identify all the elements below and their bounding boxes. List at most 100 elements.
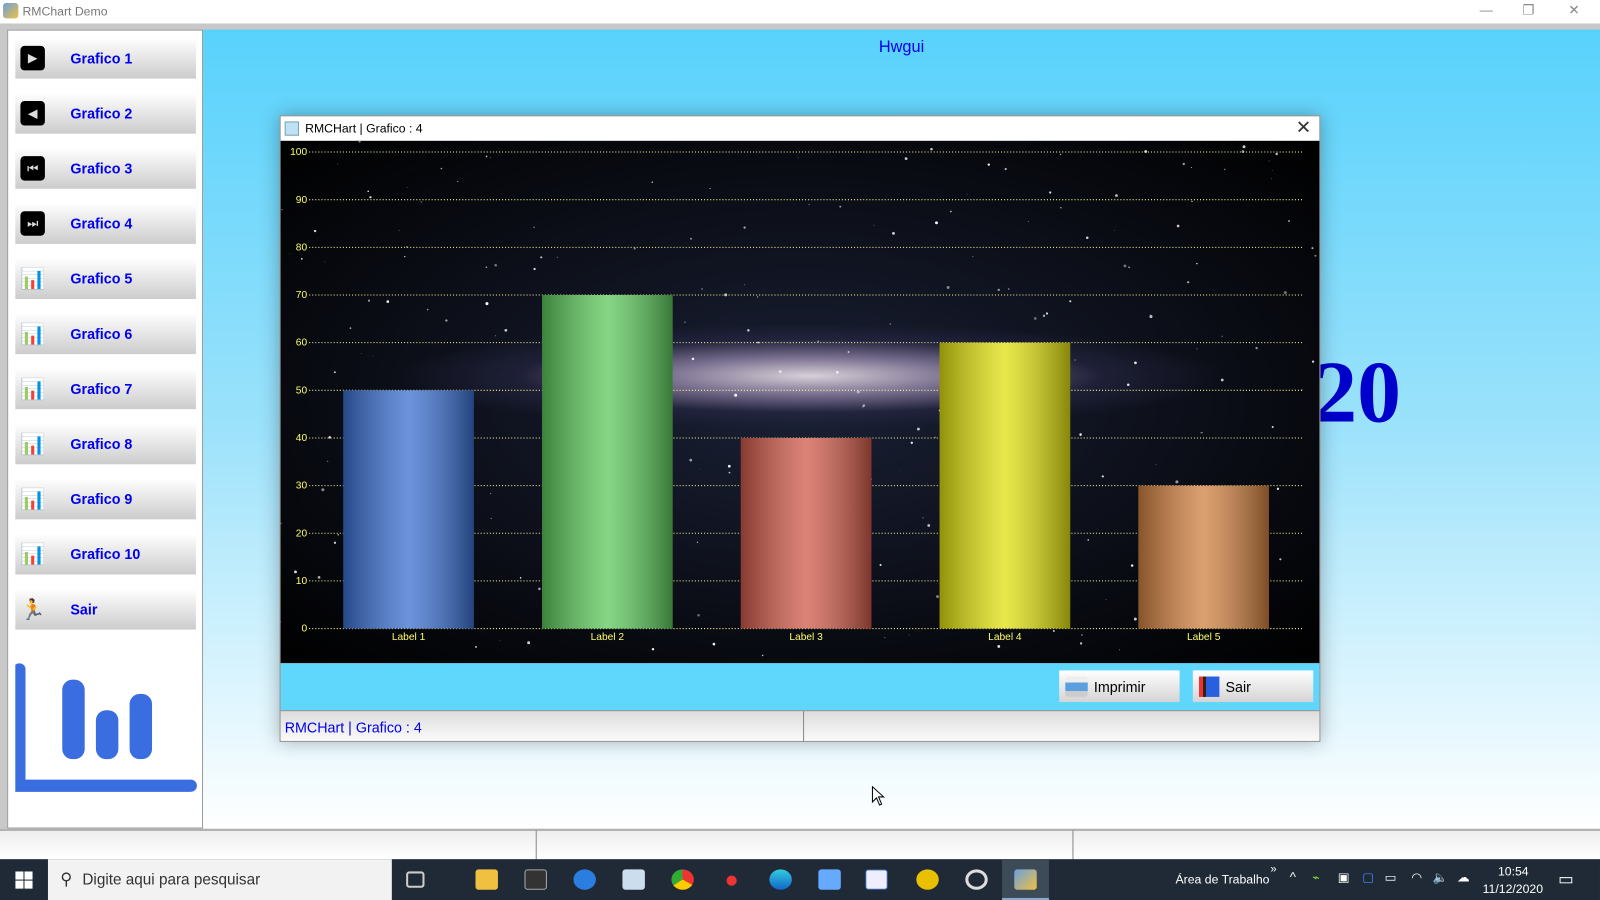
mail-icon[interactable] [573, 869, 596, 890]
star [1182, 162, 1186, 166]
star [904, 157, 908, 161]
star [1255, 346, 1258, 350]
star [1271, 426, 1274, 429]
sidebar-item-label: Grafico 5 [70, 270, 133, 287]
star [349, 327, 352, 329]
star [289, 253, 291, 254]
star [690, 237, 692, 240]
star [743, 226, 746, 229]
app-icon[interactable] [622, 869, 645, 890]
print-button[interactable]: Imprimir [1059, 670, 1180, 703]
app-icon[interactable] [916, 869, 939, 890]
show-hidden-icons-icon[interactable]: ^ [1290, 869, 1296, 884]
exit-button[interactable]: Sair [1192, 670, 1314, 703]
star [1314, 254, 1317, 257]
recorder-icon[interactable] [726, 875, 737, 886]
star [930, 147, 933, 151]
tray-app-icon[interactable]: ▢ [1362, 870, 1374, 884]
sidebar-item-sair[interactable]: 🏃 Sair [15, 588, 196, 630]
sidebar-item-grafico-10[interactable]: 📊 Grafico 10 [15, 533, 196, 575]
windows-start-icon[interactable] [15, 871, 33, 889]
title-bar: RMChart Demo — ❐ ✕ [0, 0, 1600, 24]
star [404, 255, 406, 258]
desktop-toolbar-label[interactable]: Área de Trabalho [1176, 872, 1270, 886]
tray-app-icon[interactable]: ⌁ [1312, 870, 1319, 884]
star [609, 291, 611, 293]
onedrive-icon[interactable]: ☁ [1457, 870, 1469, 884]
file-explorer-icon[interactable] [475, 869, 498, 890]
star [709, 188, 711, 190]
notifications-icon[interactable]: ▭ [1558, 869, 1573, 889]
chart-dialog: RMCHart | Grafico : 4 ✕ 0 10 20 30 40 50 60 70 8… [279, 115, 1321, 742]
star [519, 577, 522, 579]
star [407, 187, 408, 188]
star [1221, 335, 1223, 337]
search-icon: ⚲ [60, 871, 73, 889]
star [873, 224, 875, 226]
star [556, 256, 558, 258]
sidebar-item-grafico-3[interactable]: ⏮ Grafico 3 [15, 147, 196, 189]
sidebar-item-grafico-7[interactable]: 📊 Grafico 7 [15, 368, 196, 410]
sidebar-item-grafico-4[interactable]: ⏭ Grafico 4 [15, 203, 196, 244]
star [1224, 168, 1226, 171]
star [1155, 463, 1157, 465]
star [700, 468, 702, 470]
star [1187, 281, 1190, 284]
star [1283, 291, 1287, 295]
x-tick-label: Label 2 [591, 632, 625, 643]
minimize-button[interactable]: — [1480, 2, 1493, 17]
star [1276, 487, 1280, 491]
star [499, 640, 501, 641]
battery-icon[interactable]: ▭ [1385, 870, 1397, 884]
chart-logo-icon [15, 663, 197, 792]
star [997, 645, 1001, 648]
star [1191, 200, 1193, 202]
star [1311, 247, 1314, 250]
edge-icon[interactable] [769, 869, 792, 890]
volume-icon[interactable]: 🔈 [1433, 870, 1448, 884]
sidebar: ▶ Grafico 1 ◀ Grafico 2 ⏮ Grafico 3 ⏭ Grafico 4… [7, 29, 204, 829]
star [1033, 317, 1037, 320]
taskbar-search[interactable]: ⚲ Digite aqui para pesquisar [47, 859, 392, 900]
chrome-icon[interactable] [671, 869, 694, 890]
sidebar-item-grafico-8[interactable]: 📊 Grafico 8 [15, 423, 196, 465]
x-tick-label: Label 5 [1187, 632, 1221, 643]
sidebar-item-grafico-6[interactable]: 📊 Grafico 6 [15, 313, 196, 355]
wifi-icon[interactable]: ◠ [1411, 870, 1422, 884]
star [1196, 262, 1198, 265]
sidebar-item-grafico-1[interactable]: ▶ Grafico 1 [15, 37, 196, 79]
star [533, 226, 535, 228]
star [935, 221, 938, 225]
close-button[interactable]: ✕ [1568, 2, 1579, 18]
star [1190, 167, 1193, 169]
tray-camera-icon[interactable]: ▣ [1338, 870, 1350, 884]
star [426, 308, 429, 311]
restore-button[interactable]: ❐ [1522, 2, 1534, 18]
star [701, 288, 703, 290]
notion-icon[interactable] [524, 869, 547, 890]
dialog-status-bar: RMCHart | Grafico : 4 [280, 710, 1320, 742]
star [1074, 359, 1076, 361]
app-icon [3, 3, 19, 19]
star [504, 328, 508, 332]
sidebar-item-grafico-2[interactable]: ◀ Grafico 2 [15, 92, 196, 134]
rmchart-taskbar-button[interactable] [1002, 859, 1049, 900]
star [369, 196, 372, 199]
sidebar-item-grafico-5[interactable]: 📊 Grafico 5 [15, 258, 196, 299]
star [734, 393, 738, 397]
star [1149, 313, 1151, 315]
sidebar-item-grafico-9[interactable]: 📊 Grafico 9 [15, 478, 196, 520]
dialog-close-button[interactable]: ✕ [1296, 117, 1311, 138]
clock-time[interactable]: 10:54 [1498, 864, 1529, 878]
star [1049, 191, 1052, 194]
star [856, 390, 860, 394]
app-icon[interactable] [865, 869, 888, 890]
toolbar-expand-icon[interactable]: » [1270, 863, 1276, 875]
star [835, 370, 839, 374]
media-icon[interactable] [965, 869, 988, 890]
task-view-icon[interactable] [406, 871, 425, 888]
clock-date[interactable]: 11/12/2020 [1483, 882, 1543, 896]
star [489, 157, 491, 159]
app-icon[interactable] [818, 869, 841, 890]
star [420, 201, 423, 203]
